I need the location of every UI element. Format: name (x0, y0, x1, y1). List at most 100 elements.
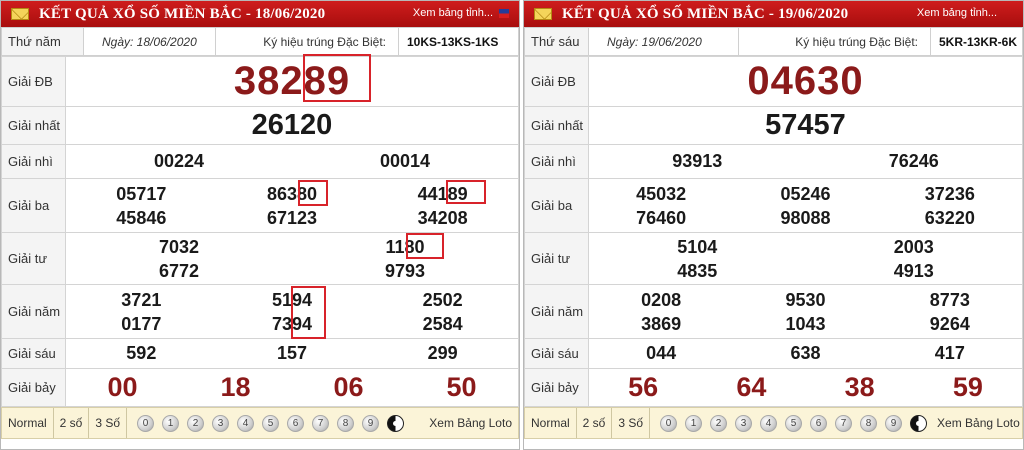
fifth-prize: 3721 (121, 289, 162, 310)
seventh-prize: 59 (952, 372, 983, 402)
yin-yang-icon[interactable] (910, 414, 928, 432)
sixth-prize: 592 (126, 343, 157, 363)
draw-date: Ngày: 18/06/2020 (83, 27, 216, 56)
digit-ball-3[interactable]: 3 (212, 414, 230, 432)
sixth-prize: 417 (934, 343, 965, 363)
special-prize: 38289 (65, 56, 519, 107)
seventh-prize: 38 (844, 372, 875, 402)
view-province-link[interactable]: Xem bảng tỉnh... (917, 7, 997, 19)
fourth-prize: 4913 (893, 260, 934, 281)
digit-ball-5[interactable]: 5 (262, 414, 280, 432)
footer-bar: Normal 2 số 3 Số 0 1 2 3 4 5 6 7 8 9 Xem… (1, 407, 519, 439)
result-panel-18-06: KẾT QUẢ XỔ SỐ MIỀN BẮC - 18/06/2020 Xem … (0, 0, 520, 450)
digit-ball-5[interactable]: 5 (785, 414, 803, 432)
fourth-prize: 1180 (385, 236, 425, 257)
prize-table: Giải ĐB 04630 Giải nhất 57457 Giải nhì 9… (524, 56, 1023, 407)
seventh-prize: 64 (736, 372, 767, 402)
digit-ball-1[interactable]: 1 (685, 414, 703, 432)
label-fourth: Giải tư (1, 232, 66, 285)
fifth-prize: 8773 (929, 289, 970, 310)
fifth-prize: 2502 (422, 289, 463, 310)
third-prize: 37236 (924, 183, 975, 204)
seventh-prize: 00 (107, 372, 138, 402)
digit-ball-0[interactable]: 0 (137, 414, 155, 432)
digit-ball-4[interactable]: 4 (760, 414, 778, 432)
yin-yang-icon[interactable] (387, 414, 405, 432)
fifth-prize: 3869 (641, 313, 682, 334)
label-fifth: Giải năm (524, 284, 589, 339)
third-prize: 34208 (417, 207, 468, 228)
third-prize: 44189 (417, 183, 468, 204)
panel-title: KẾT QUẢ XỔ SỐ MIỀN BẮC - 18/06/2020 (39, 5, 326, 22)
three-digit-button[interactable]: 3 Số (89, 408, 128, 438)
fifth-prize: 0177 (121, 313, 162, 334)
results-table: Thứ sáu Ngày: 19/06/2020 Ký hiệu trúng Đ… (524, 27, 1023, 56)
envelope-icon (11, 8, 29, 20)
normal-mode-button[interactable]: Normal (2, 408, 54, 438)
view-province-link[interactable]: Xem bảng tỉnh... (413, 7, 493, 19)
two-digit-button[interactable]: 2 số (577, 408, 613, 438)
fourth-prize: 5104 (677, 236, 718, 257)
weekday-label: Thứ sáu (524, 27, 589, 56)
digit-ball-8[interactable]: 8 (337, 414, 355, 432)
envelope-icon (534, 8, 552, 20)
fifth-prize: 9264 (929, 313, 970, 334)
digit-ball-2[interactable]: 2 (187, 414, 205, 432)
view-loto-link[interactable]: Xem Bảng Loto (429, 416, 518, 430)
digit-ball-9[interactable]: 9 (885, 414, 903, 432)
third-prize: 05717 (116, 183, 167, 204)
digit-ball-7[interactable]: 7 (312, 414, 330, 432)
label-first: Giải nhất (524, 106, 589, 145)
third-prize: 45032 (636, 183, 687, 204)
digit-ball-7[interactable]: 7 (835, 414, 853, 432)
digit-ball-3[interactable]: 3 (735, 414, 753, 432)
footer-bar: Normal 2 số 3 Số 0 1 2 3 4 5 6 7 8 9 Xem… (524, 407, 1023, 439)
label-special: Giải ĐB (1, 56, 66, 107)
normal-mode-button[interactable]: Normal (525, 408, 577, 438)
digit-ball-1[interactable]: 1 (162, 414, 180, 432)
fifth-prize: 9530 (785, 289, 826, 310)
fourth-prize: 2003 (893, 236, 934, 257)
sixth-prize: 299 (427, 343, 458, 363)
third-prize: 98088 (780, 207, 831, 228)
digit-ball-8[interactable]: 8 (860, 414, 878, 432)
label-special: Giải ĐB (524, 56, 589, 107)
first-prize: 26120 (65, 106, 519, 145)
fifth-prize: 2584 (422, 313, 463, 334)
special-prize: 04630 (588, 56, 1023, 107)
label-fifth: Giải năm (1, 284, 66, 339)
sixth-prize: 044 (646, 343, 677, 363)
digit-ball-9[interactable]: 9 (362, 414, 380, 432)
second-prize: 00014 (379, 151, 431, 171)
third-prize: 45846 (116, 207, 167, 228)
digit-ball-6[interactable]: 6 (287, 414, 305, 432)
third-prize: 67123 (266, 207, 318, 228)
label-fourth: Giải tư (524, 232, 589, 285)
fourth-prize: 9793 (384, 260, 426, 281)
two-digit-button[interactable]: 2 số (54, 408, 90, 438)
second-prize: 93913 (672, 151, 723, 171)
label-seventh: Giải bảy (1, 368, 66, 407)
digit-ball-2[interactable]: 2 (710, 414, 728, 432)
seventh-prize: 56 (628, 372, 659, 402)
sixth-prize: 638 (790, 343, 821, 363)
fourth-prize: 7032 (158, 236, 200, 257)
fifth-prize: 1043 (785, 313, 826, 334)
seventh-prize: 06 (333, 372, 364, 402)
third-prize: 86380 (266, 183, 318, 204)
label-sixth: Giải sáu (1, 338, 66, 369)
digit-ball-4[interactable]: 4 (237, 414, 255, 432)
view-loto-link[interactable]: Xem Bảng Loto (937, 416, 1023, 430)
draw-date: Ngày: 19/06/2020 (588, 27, 739, 56)
fifth-prize: 5194 (271, 289, 312, 310)
digit-ball-0[interactable]: 0 (660, 414, 678, 432)
sixth-prize: 157 (276, 343, 307, 363)
three-digit-button[interactable]: 3 Số (612, 408, 651, 438)
third-prize: 05246 (780, 183, 831, 204)
panel-header: KẾT QUẢ XỔ SỐ MIỀN BẮC - 18/06/2020 Xem … (1, 1, 519, 27)
label-sixth: Giải sáu (524, 338, 589, 369)
label-seventh: Giải bảy (524, 368, 589, 407)
panel-header: KẾT QUẢ XỔ SỐ MIỀN BẮC - 19/06/2020 Xem … (524, 1, 1023, 27)
fifth-prize: 7394 (271, 313, 312, 334)
digit-ball-6[interactable]: 6 (810, 414, 828, 432)
